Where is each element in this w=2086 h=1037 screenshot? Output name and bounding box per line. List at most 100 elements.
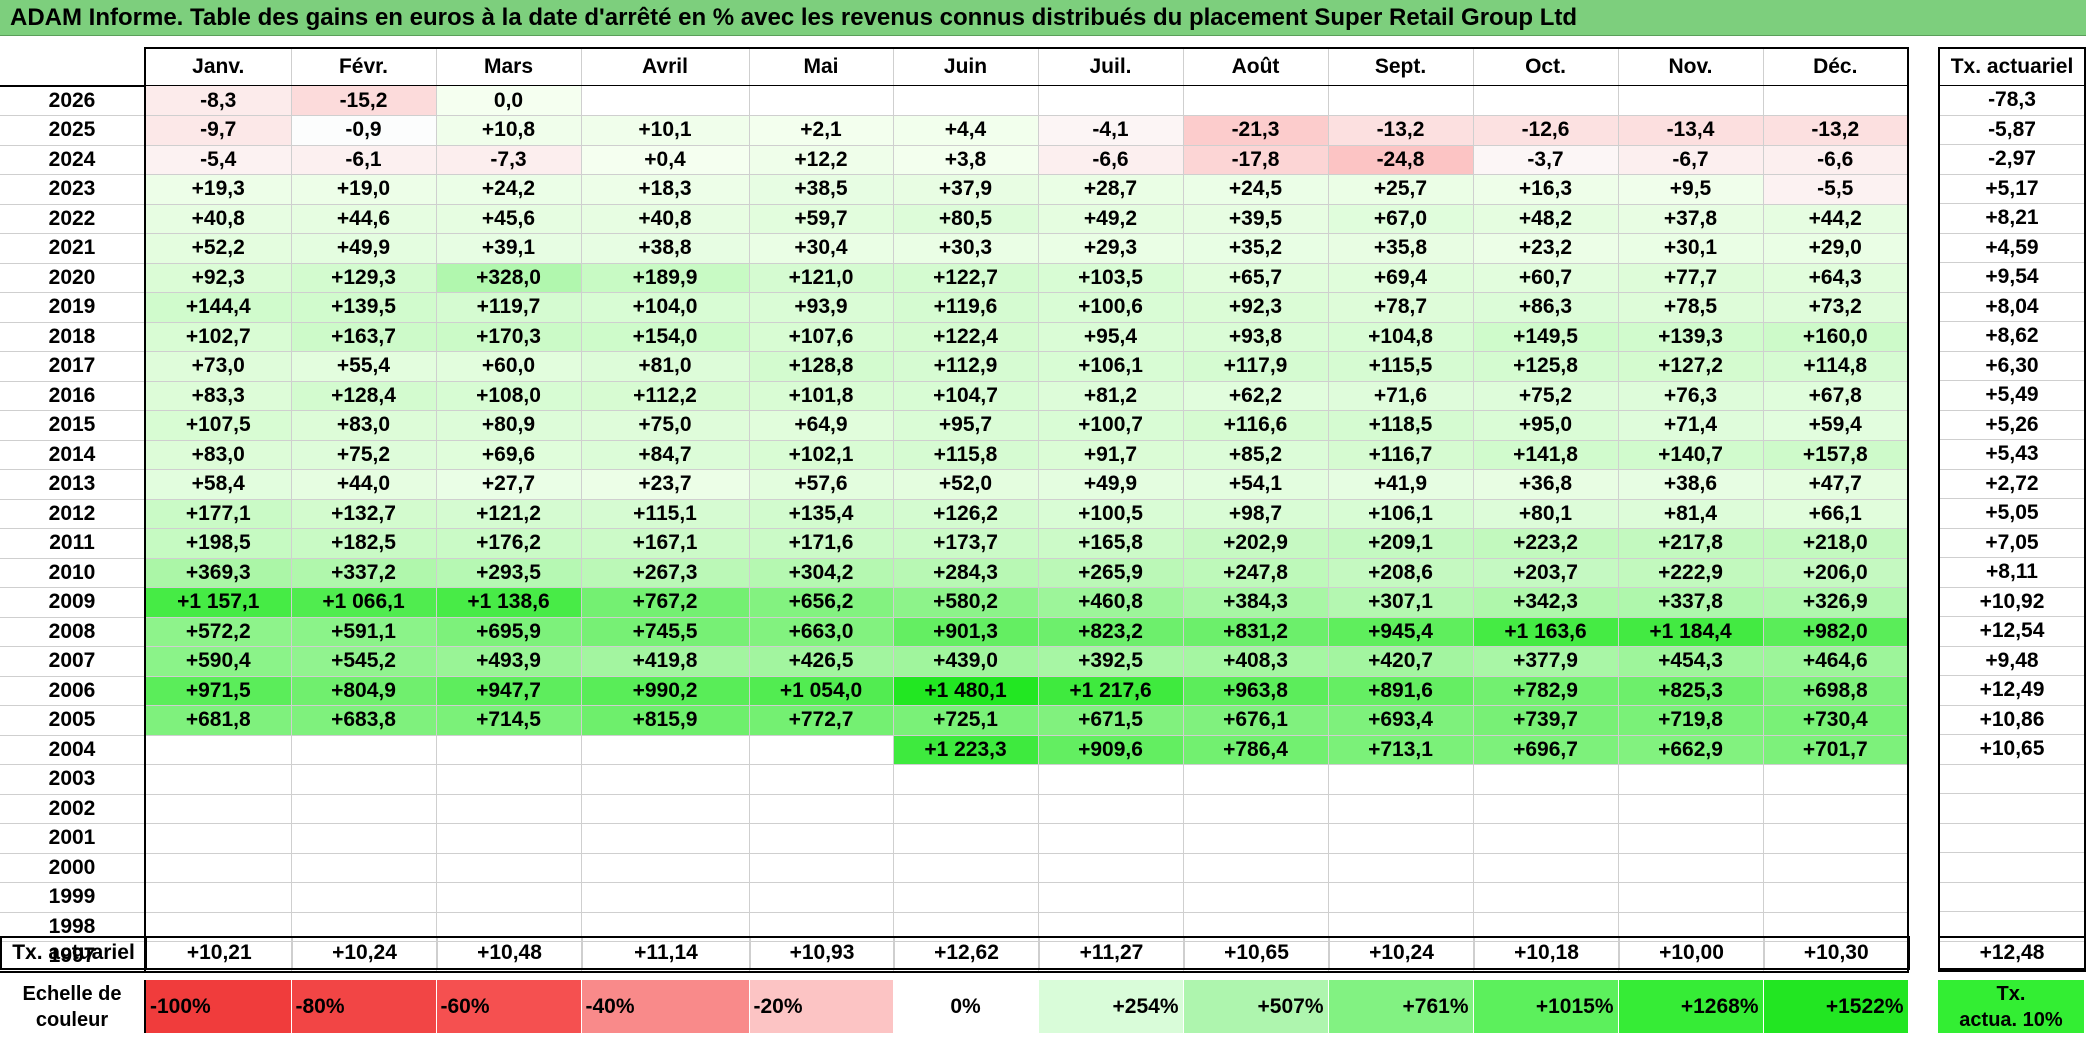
gain-cell: +83,0 <box>291 410 437 441</box>
year-label: 2009 <box>0 587 146 618</box>
summary-cell: +10,48 <box>437 936 583 970</box>
gain-cell: +44,2 <box>1763 204 1909 234</box>
scale-swatch: -60% <box>436 980 582 1033</box>
side-row <box>1938 852 2086 883</box>
gain-cell: +114,8 <box>1763 351 1909 382</box>
scale-label-line1: Echelle de <box>22 982 122 1005</box>
table-row: 2020 +92,3 +129,3 +328,0 +189,9 +121,0 +122,7 +… <box>0 263 1909 293</box>
gain-cell: +121,0 <box>749 263 894 293</box>
actuarial-rate-cell: +5,49 <box>1938 380 2086 411</box>
gain-cell <box>145 823 292 854</box>
year-label: 2002 <box>0 794 146 824</box>
scale-label-line2: couleur <box>35 1008 109 1031</box>
gain-cell: -21,3 <box>1183 115 1329 146</box>
year-label: 2004 <box>0 735 146 765</box>
gain-cell: +217,8 <box>1618 528 1764 559</box>
year-label: 2008 <box>0 617 146 647</box>
gain-cell: +982,0 <box>1763 617 1909 647</box>
gain-cell <box>581 853 750 883</box>
summary-cell: +10,24 <box>1329 936 1475 970</box>
gain-cell: +95,7 <box>893 410 1039 441</box>
gain-cell: +163,7 <box>291 322 437 352</box>
gain-cell: +696,7 <box>1473 735 1619 765</box>
summary-cell: +10,93 <box>750 936 895 970</box>
color-scale-row: Echelle de couleur -100% -80% -60% -40% -20% 0%… <box>0 980 1909 1033</box>
gain-cell <box>1183 794 1329 824</box>
gain-cell <box>291 853 437 883</box>
gain-cell: +67,0 <box>1328 204 1474 234</box>
gain-cell: +198,5 <box>145 528 292 559</box>
scale-swatch: +507% <box>1183 980 1329 1033</box>
gain-cell: 0,0 <box>436 85 582 116</box>
month-header: Sept. <box>1328 47 1474 86</box>
actuarial-rate-cell <box>1938 793 2086 824</box>
gain-cell: -8,3 <box>145 85 292 116</box>
gain-cell: +745,5 <box>581 617 750 647</box>
gain-cell <box>1473 823 1619 854</box>
table-row: 2015 +107,5 +83,0 +80,9 +75,0 +64,9 +95,7 +100,… <box>0 410 1909 441</box>
table-row: 2000 <box>0 853 1909 883</box>
gain-cell <box>1328 853 1474 883</box>
gain-cell <box>749 794 894 824</box>
side-header-row: Tx. actuariel <box>1938 47 2086 86</box>
gain-cell: +167,1 <box>581 528 750 559</box>
summary-row-table: Tx. actuariel +10,21 +10,24 +10,48 +11,14 +10… <box>0 936 1910 970</box>
gain-cell: +1 054,0 <box>749 676 894 706</box>
gain-cell: +75,2 <box>1473 381 1619 411</box>
gain-cell: +182,5 <box>291 528 437 559</box>
gain-cell: +59,7 <box>749 204 894 234</box>
gain-cell <box>1763 794 1909 824</box>
gain-cell: +75,0 <box>581 410 750 441</box>
side-row: +8,04 <box>1938 292 2086 322</box>
month-header: Oct. <box>1473 47 1619 86</box>
gain-cell <box>749 735 894 765</box>
gain-cell: +86,3 <box>1473 292 1619 323</box>
gain-cell <box>436 882 582 913</box>
gain-cell: +41,9 <box>1328 469 1474 500</box>
actuarial-scale-legend: Tx. actua. 10% <box>1938 980 2084 1033</box>
gain-cell: +342,3 <box>1473 587 1619 618</box>
gain-cell: +1 480,1 <box>893 676 1039 706</box>
month-header: Avril <box>581 47 750 86</box>
gain-cell <box>145 882 292 913</box>
actuarial-rate-cell: +8,62 <box>1938 321 2086 352</box>
gain-cell: -6,7 <box>1618 145 1764 175</box>
table-row: 2007 +590,4 +545,2 +493,9 +419,8 +426,5 +439,0… <box>0 646 1909 677</box>
gain-cell: +772,7 <box>749 705 894 736</box>
gain-cell: +128,8 <box>749 351 894 382</box>
gain-cell: +265,9 <box>1038 558 1184 588</box>
gain-cell: +67,8 <box>1763 381 1909 411</box>
gain-cell: +713,1 <box>1328 735 1474 765</box>
gain-cell <box>1618 794 1764 824</box>
summary-cell: +10,24 <box>292 936 438 970</box>
gain-cell: +119,7 <box>436 292 582 323</box>
table-row: 2002 <box>0 794 1909 824</box>
gain-cell: +963,8 <box>1183 676 1329 706</box>
gain-cell: +591,1 <box>291 617 437 647</box>
summary-cell: +10,00 <box>1619 936 1765 970</box>
gain-cell <box>1763 853 1909 883</box>
year-label: 2003 <box>0 764 146 795</box>
gain-cell: +135,4 <box>749 499 894 529</box>
table-row: 2006 +971,5 +804,9 +947,7 +990,2 +1 054,0 +1 4… <box>0 676 1909 706</box>
gain-cell: +460,8 <box>1038 587 1184 618</box>
gain-cell: +189,9 <box>581 263 750 293</box>
year-label: 2026 <box>0 85 146 116</box>
gain-cell: +49,9 <box>1038 469 1184 500</box>
gain-cell: +804,9 <box>291 676 437 706</box>
gain-cell: +92,3 <box>145 263 292 293</box>
gain-cell: +29,3 <box>1038 233 1184 264</box>
gain-cell: +144,4 <box>145 292 292 323</box>
actuarial-rate-cell: +9,54 <box>1938 262 2086 293</box>
gain-cell <box>1763 85 1909 116</box>
actuarial-rate-cell: +6,30 <box>1938 351 2086 381</box>
side-row: +5,26 <box>1938 410 2086 440</box>
gain-cell: +141,8 <box>1473 440 1619 470</box>
gain-cell <box>145 764 292 795</box>
gain-cell: +206,0 <box>1763 558 1909 588</box>
gain-cell: +337,8 <box>1618 587 1764 618</box>
gain-cell <box>893 853 1039 883</box>
gain-cell: +990,2 <box>581 676 750 706</box>
gain-cell: +698,8 <box>1763 676 1909 706</box>
month-header: Juil. <box>1038 47 1184 86</box>
